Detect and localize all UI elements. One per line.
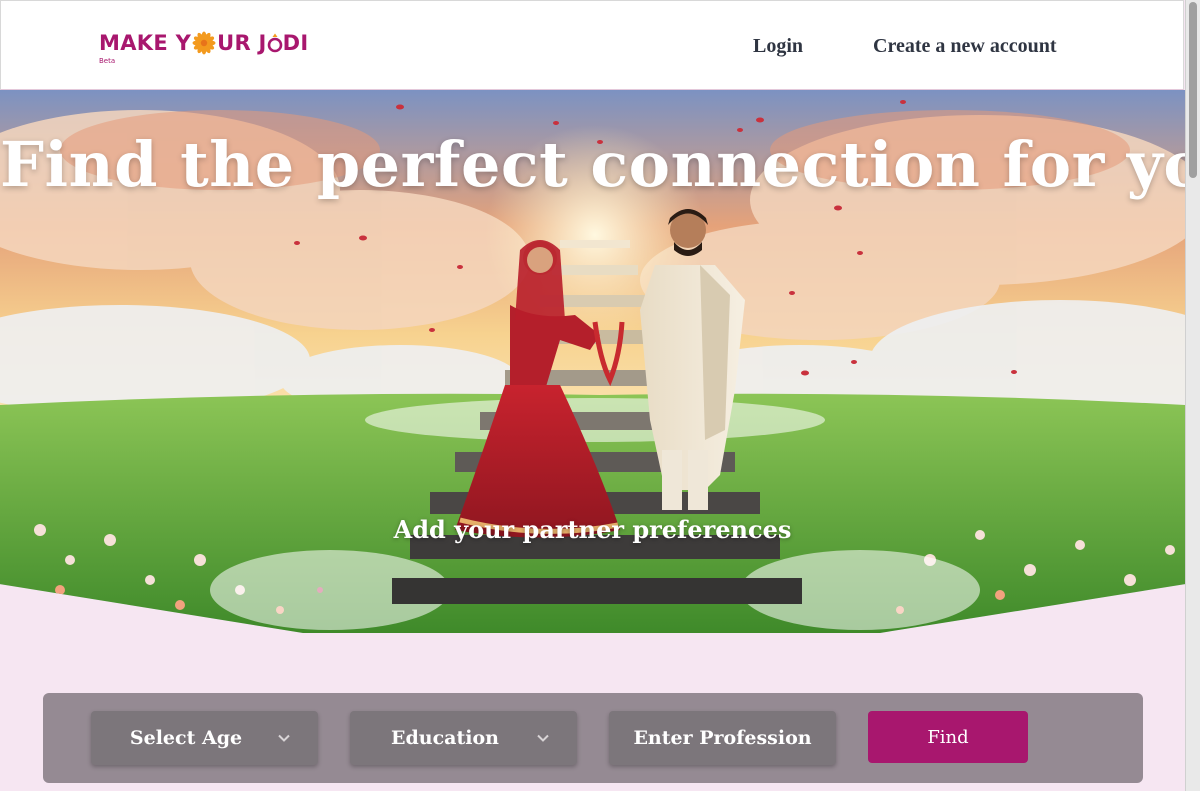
hero-subtitle: Add your partner preferences bbox=[393, 515, 792, 544]
ring-icon bbox=[267, 33, 282, 53]
site-header: MAKE Y UR J DI Beta Login Create a new a… bbox=[0, 0, 1184, 90]
profession-input-placeholder: Enter Profession bbox=[633, 727, 812, 749]
partner-preferences-form: Select Age Education Enter Profession Fi… bbox=[43, 693, 1143, 783]
logo-text-part1: MAKE Y bbox=[99, 31, 192, 55]
flower-icon bbox=[192, 31, 216, 55]
vertical-scrollbar[interactable] bbox=[1185, 0, 1200, 791]
beta-badge: Beta bbox=[99, 57, 116, 65]
create-account-link[interactable]: Create a new account bbox=[873, 35, 1056, 58]
page: MAKE Y UR J DI Beta Login Create a new a… bbox=[0, 0, 1185, 791]
education-select[interactable]: Education bbox=[350, 711, 577, 765]
scrollbar-thumb[interactable] bbox=[1189, 2, 1197, 178]
hero-title: Find the perfect connection for you bbox=[0, 128, 1185, 201]
profession-input[interactable]: Enter Profession bbox=[609, 711, 836, 765]
logo-text-part3: DI bbox=[282, 31, 309, 55]
age-select-label: Select Age bbox=[129, 727, 243, 749]
chevron-down-icon bbox=[537, 734, 549, 742]
find-button[interactable]: Find bbox=[868, 711, 1028, 763]
age-select[interactable]: Select Age bbox=[91, 711, 318, 765]
hero-banner: Find the perfect connection for you Add … bbox=[0, 90, 1185, 633]
login-link[interactable]: Login bbox=[753, 35, 803, 58]
chevron-down-icon bbox=[278, 734, 290, 742]
logo-wordmark: MAKE Y UR J DI bbox=[99, 31, 309, 55]
logo-text-part2: UR J bbox=[217, 31, 267, 55]
education-select-label: Education bbox=[391, 727, 499, 749]
logo[interactable]: MAKE Y UR J DI Beta bbox=[99, 31, 309, 65]
